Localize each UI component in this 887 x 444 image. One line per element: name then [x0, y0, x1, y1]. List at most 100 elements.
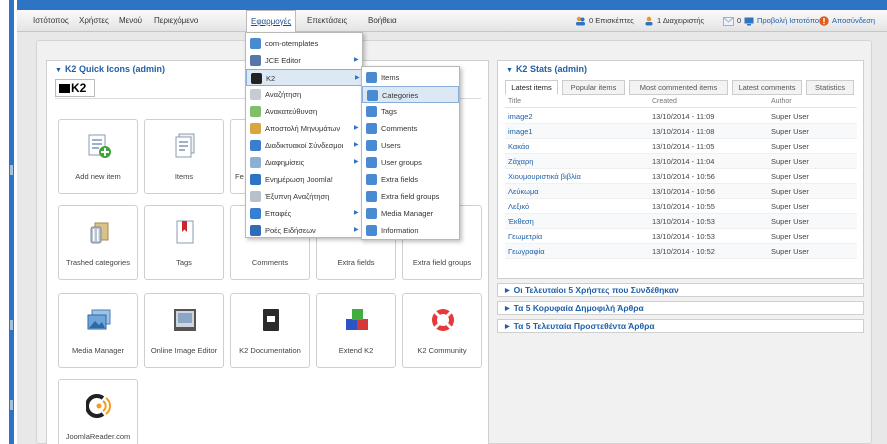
monitor-icon — [744, 17, 754, 26]
quick-icon-trashed-categories[interactable]: Trashed categories — [58, 205, 138, 280]
collapsed-panel-popular-articles[interactable]: ▶ Τα 5 Κορυφαία Δημοφιλή Άρθρα — [497, 301, 864, 315]
messages-status[interactable]: 0 — [723, 10, 741, 32]
k2-submenu-item[interactable]: Media Manager — [362, 205, 459, 222]
item-title-link[interactable]: Ζάχαρη — [508, 157, 533, 166]
k2-submenu-item[interactable]: Extra field groups — [362, 188, 459, 205]
menu-users[interactable]: Χρήστες — [75, 10, 113, 32]
k2-submenu-item[interactable]: Extra fields — [362, 171, 459, 188]
item-title-link[interactable]: Γεωγραφία — [508, 247, 545, 256]
logout-icon — [819, 16, 829, 26]
tab-latest-items[interactable]: Latest items — [505, 80, 558, 95]
components-menu-item[interactable]: Ενημέρωση Joomla! — [246, 171, 362, 188]
components-menu-item[interactable]: Επαφές ▶ — [246, 205, 362, 222]
components-menu-item[interactable]: Έξυπνη Αναζήτηση — [246, 188, 362, 205]
k2-submenu-item[interactable]: Information — [362, 222, 459, 239]
item-title-link[interactable]: Κακάο — [508, 142, 529, 151]
collapsed-panel-title: Οι Τελευταίοι 5 Χρήστες που Συνδέθηκαν — [513, 285, 679, 295]
collapsed-panel-latest-articles[interactable]: ▶ Τα 5 Τελευταία Προστεθέντα Άρθρα — [497, 319, 864, 333]
quick-icons-header[interactable]: ▼ K2 Quick Icons (admin) — [55, 64, 165, 74]
menu-components[interactable]: Εφαρμογές — [246, 10, 297, 32]
k2-submenu-item[interactable]: Categories — [362, 86, 459, 103]
submenu-arrow-icon: ▶ — [354, 159, 359, 165]
collapsed-panel-title: Τα 5 Κορυφαία Δημοφιλή Άρθρα — [513, 303, 644, 313]
item-title-link[interactable]: Λεξικό — [508, 202, 529, 211]
quick-icon-online-image-editor[interactable]: Online Image Editor — [144, 293, 224, 368]
menu-help[interactable]: Βοήθεια — [364, 10, 401, 32]
item-title-link[interactable]: Χιουμουριστικά βιβλία — [508, 172, 581, 181]
item-title-link[interactable]: image2 — [508, 112, 533, 121]
item-title-link[interactable]: Γεωμετρία — [508, 232, 542, 241]
left-accent-bar — [9, 0, 14, 444]
menu-content[interactable]: Περιεχόμενο — [150, 10, 202, 32]
components-menu-item[interactable]: Αναζήτηση — [246, 86, 362, 103]
k2-submenu-item[interactable]: Items — [362, 69, 459, 86]
k2-logo: K2 — [55, 79, 95, 97]
quick-icon-extend-k2[interactable]: Extend K2 — [316, 293, 396, 368]
item-created: 13/10/2014 - 11:08 — [652, 127, 715, 136]
k2-submenu-item[interactable]: User groups — [362, 154, 459, 171]
add-item-icon — [88, 134, 111, 158]
components-menu-item[interactable]: com-otemplates — [246, 35, 362, 52]
menu-item-label: Users — [381, 141, 401, 150]
logout-label: Αποσύνδεση — [832, 16, 876, 25]
components-menu-item[interactable]: Αποστολή Μηνυμάτων ▶ — [246, 120, 362, 137]
components-menu-item[interactable]: Ροές Ειδήσεων ▶ — [246, 222, 362, 239]
redirect-icon — [250, 106, 261, 117]
tab-statistics[interactable]: Statistics — [806, 80, 854, 95]
item-author: Super User — [771, 247, 809, 256]
left-bar-marker — [10, 400, 13, 410]
item-title-link[interactable]: Λεύκωμα — [508, 187, 539, 196]
tab-latest-comments[interactable]: Latest comments — [732, 80, 802, 95]
k2-item-icon — [366, 225, 377, 236]
components-menu-item[interactable]: JCE Editor ▶ — [246, 52, 362, 69]
quick-icon-items[interactable]: Items — [144, 119, 224, 194]
menu-item-label: K2 — [266, 74, 276, 83]
menu-extensions[interactable]: Επεκτάσεις — [303, 10, 351, 32]
k2-submenu-item[interactable]: Tags — [362, 103, 459, 120]
menu-menus[interactable]: Μενού — [115, 10, 146, 32]
quick-icon-k2-community[interactable]: K2 Community — [402, 293, 482, 368]
view-site-label: Προβολή Ιστοτόπου — [757, 16, 824, 25]
components-menu-item[interactable]: Διαφημίσεις ▶ — [246, 154, 362, 171]
quick-icon-label: Items — [174, 172, 194, 181]
submenu-arrow-icon: ▶ — [354, 210, 359, 216]
extend-icon — [346, 309, 368, 330]
stats-title: K2 Stats (admin) — [515, 64, 587, 74]
components-menu-item[interactable]: K2 ▶ — [246, 69, 362, 86]
quick-icon-joomlareader[interactable]: JoomlaReader.com — [58, 379, 138, 444]
column-created: Created — [652, 98, 677, 105]
table-row: Γεωγραφία 13/10/2014 - 10:52 Super User — [505, 244, 857, 259]
item-title-link[interactable]: Έκθεση — [508, 217, 534, 226]
table-row: Έκθεση 13/10/2014 - 10:53 Super User — [505, 214, 857, 229]
k2-submenu-item[interactable]: Comments — [362, 120, 459, 137]
components-menu-item[interactable]: Διαδικτυακοί Σύνδεσμοι ▶ — [246, 137, 362, 154]
view-site-link[interactable]: Προβολή Ιστοτόπου — [744, 10, 823, 32]
quick-icon-tags[interactable]: Tags — [144, 205, 224, 280]
table-row: Χιουμουριστικά βιβλία 13/10/2014 - 10:56 S… — [505, 169, 857, 184]
k2-logo-text: K2 — [71, 81, 87, 95]
submenu-arrow-icon: ▶ — [354, 142, 359, 148]
item-title-link[interactable]: image1 — [508, 127, 533, 136]
tab-most-commented[interactable]: Most commented items — [629, 80, 728, 95]
k2-submenu-item[interactable]: Users — [362, 137, 459, 154]
quick-icon-add-new-item[interactable]: Add new item — [58, 119, 138, 194]
submenu-arrow-icon: ▶ — [355, 75, 360, 81]
logout-link[interactable]: Αποσύνδεση — [819, 10, 875, 32]
admins-count: 1 Διαχειριστής — [657, 16, 705, 25]
menu-item-label: Tags — [381, 107, 397, 116]
quick-icon-label: Extend K2 — [338, 346, 374, 355]
users-icon — [576, 16, 585, 26]
table-row: image2 13/10/2014 - 11:09 Super User — [505, 109, 857, 124]
components-menu-item[interactable]: Ανακατεύθυνση — [246, 103, 362, 120]
item-author: Super User — [771, 142, 809, 151]
left-bar-marker — [10, 165, 13, 175]
menu-site[interactable]: Ιστότοπος — [29, 10, 73, 32]
collapsed-panel-last-users[interactable]: ▶ Οι Τελευταίοι 5 Χρήστες που Συνδέθηκαν — [497, 283, 864, 297]
expand-arrow-icon: ▶ — [505, 306, 510, 312]
tab-popular-items[interactable]: Popular items — [562, 80, 625, 95]
menu-item-label: Extra fields — [381, 175, 419, 184]
quick-icon-k2-documentation[interactable]: K2 Documentation — [230, 293, 310, 368]
quick-icon-media-manager[interactable]: Media Manager — [58, 293, 138, 368]
stats-header[interactable]: ▼ K2 Stats (admin) — [506, 64, 587, 74]
table-row: Κακάο 13/10/2014 - 11:05 Super User — [505, 139, 857, 154]
